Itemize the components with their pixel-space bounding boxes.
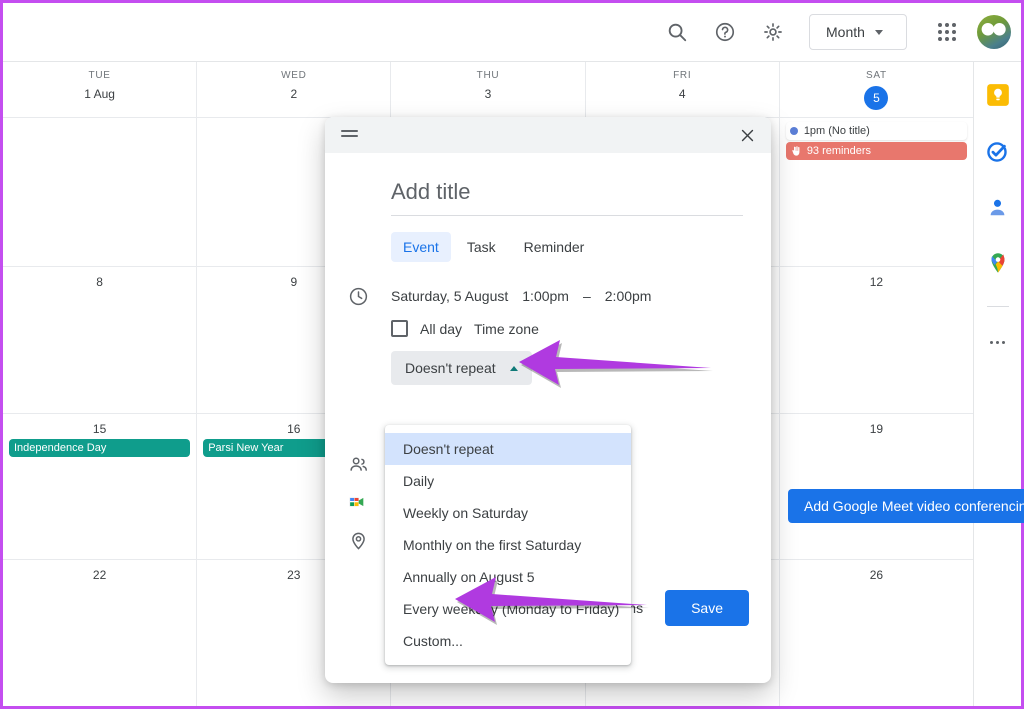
event-dot-icon xyxy=(790,127,798,135)
day-header-tue[interactable]: TUE 1 Aug xyxy=(3,62,196,117)
event-chip[interactable]: 1pm (No title) xyxy=(786,122,967,140)
all-day-checkbox[interactable] xyxy=(391,320,408,337)
dow-label: TUE xyxy=(3,62,196,81)
google-keep-icon[interactable] xyxy=(981,78,1015,112)
menu-item-daily[interactable]: Daily xyxy=(385,465,631,497)
clock-icon xyxy=(325,284,391,385)
time-separator: – xyxy=(583,288,591,304)
repeat-dropdown-trigger[interactable]: Doesn't repeat xyxy=(391,351,532,385)
date-label: 4 xyxy=(586,81,779,102)
tab-event[interactable]: Event xyxy=(391,232,451,262)
calendar-cell[interactable]: 12 xyxy=(779,267,973,413)
menu-item-monthly[interactable]: Monthly on the first Saturday xyxy=(385,529,631,561)
add-google-meet-button[interactable]: Add Google Meet video conferencing xyxy=(788,489,1024,523)
google-maps-icon[interactable] xyxy=(981,246,1015,280)
date-label: 22 xyxy=(3,562,196,583)
drag-handle-icon[interactable] xyxy=(341,130,358,140)
date-label: 15 xyxy=(3,416,196,437)
save-button[interactable]: Save xyxy=(665,590,749,626)
date-label: 8 xyxy=(3,269,196,290)
google-tasks-icon[interactable] xyxy=(981,134,1015,168)
allday-timezone-row: All day Time zone xyxy=(391,320,743,337)
dow-label: THU xyxy=(391,62,584,81)
repeat-dropdown-menu: Doesn't repeat Daily Weekly on Saturday … xyxy=(385,425,631,665)
dow-label: SAT xyxy=(780,62,973,81)
help-circle-icon[interactable] xyxy=(705,12,745,52)
more-options-icon[interactable] xyxy=(981,325,1015,359)
side-panel-rail xyxy=(973,62,1021,706)
location-pin-icon xyxy=(325,530,391,551)
reminder-hand-icon xyxy=(791,146,802,157)
date-label: 19 xyxy=(780,416,973,437)
holiday-chip[interactable]: Independence Day xyxy=(9,439,190,457)
tab-reminder[interactable]: Reminder xyxy=(512,232,597,262)
menu-item-every-weekday[interactable]: Every weekday (Monday to Friday) xyxy=(385,593,631,625)
avatar[interactable] xyxy=(977,15,1011,49)
people-icon xyxy=(325,454,391,475)
calendar-day-headers: TUE 1 Aug WED 2 THU 3 FRI 4 SAT xyxy=(3,62,973,118)
day-header-thu[interactable]: THU 3 xyxy=(390,62,584,117)
repeat-value-label: Doesn't repeat xyxy=(405,360,496,376)
datetime-row: Saturday, 5 August 1:00pm – 2:00pm All d… xyxy=(325,284,771,385)
event-start-time[interactable]: 1:00pm xyxy=(522,288,569,304)
dow-label: WED xyxy=(197,62,390,81)
day-header-wed[interactable]: WED 2 xyxy=(196,62,390,117)
title-icon-spacer xyxy=(325,175,391,262)
day-header-fri[interactable]: FRI 4 xyxy=(585,62,779,117)
view-select-month[interactable]: Month xyxy=(809,14,907,50)
google-contacts-icon[interactable] xyxy=(981,190,1015,224)
date-label: 26 xyxy=(780,562,973,583)
dialog-body: Event Task Reminder Saturday, 5 August xyxy=(325,153,771,645)
calendar-cell[interactable]: 22 xyxy=(3,560,196,706)
reminders-label: 93 reminders xyxy=(807,142,871,160)
date-label: 2 xyxy=(197,81,390,102)
reminders-chip[interactable]: 93 reminders xyxy=(786,142,967,160)
calendar-cell-aug-5[interactable]: 1pm (No title) 93 reminders xyxy=(779,118,973,266)
event-create-dialog: Event Task Reminder Saturday, 5 August xyxy=(325,117,771,683)
menu-item-doesnt-repeat[interactable]: Doesn't repeat xyxy=(385,433,631,465)
title-row: Event Task Reminder xyxy=(325,175,771,262)
event-label: 1pm (No title) xyxy=(804,122,870,140)
calendar-cell[interactable]: 15 Independence Day xyxy=(3,414,196,560)
view-select-label: Month xyxy=(826,24,865,40)
time-zone-button[interactable]: Time zone xyxy=(474,321,539,337)
dow-label: FRI xyxy=(586,62,779,81)
calendar-cell[interactable]: 8 xyxy=(3,267,196,413)
google-meet-icon xyxy=(325,491,391,513)
calendar-cell[interactable]: 26 xyxy=(779,560,973,706)
day-header-sat[interactable]: SAT 5 xyxy=(779,62,973,117)
menu-item-annually[interactable]: Annually on August 5 xyxy=(385,561,631,593)
apps-grid-icon[interactable] xyxy=(927,12,967,52)
calendar-cell[interactable] xyxy=(3,118,196,266)
chevron-up-icon xyxy=(510,366,518,371)
date-label: 3 xyxy=(391,81,584,102)
tab-task[interactable]: Task xyxy=(455,232,508,262)
event-end-time[interactable]: 2:00pm xyxy=(605,288,652,304)
title-input[interactable] xyxy=(391,175,743,216)
datetime-text: Saturday, 5 August 1:00pm – 2:00pm xyxy=(391,284,743,308)
dialog-header xyxy=(325,117,771,153)
calendar-cell[interactable]: 19 xyxy=(779,414,973,560)
menu-item-custom[interactable]: Custom... xyxy=(385,625,631,657)
close-icon[interactable] xyxy=(735,123,759,147)
top-toolbar: Month xyxy=(3,3,1021,62)
date-label: 1 Aug xyxy=(3,81,196,102)
today-pill: 5 xyxy=(864,86,888,110)
all-day-label[interactable]: All day xyxy=(420,321,462,337)
event-type-tabs: Event Task Reminder xyxy=(391,232,743,262)
rail-divider xyxy=(987,306,1009,307)
search-icon[interactable] xyxy=(657,12,697,52)
chevron-down-icon xyxy=(875,30,883,35)
screenshot-frame: Month TUE 1 Aug WED 2 THU 3 xyxy=(0,0,1024,709)
date-label-today: 5 xyxy=(780,81,973,110)
event-date[interactable]: Saturday, 5 August xyxy=(391,288,508,304)
date-label: 12 xyxy=(780,269,973,290)
gear-icon[interactable] xyxy=(753,12,793,52)
menu-item-weekly[interactable]: Weekly on Saturday xyxy=(385,497,631,529)
